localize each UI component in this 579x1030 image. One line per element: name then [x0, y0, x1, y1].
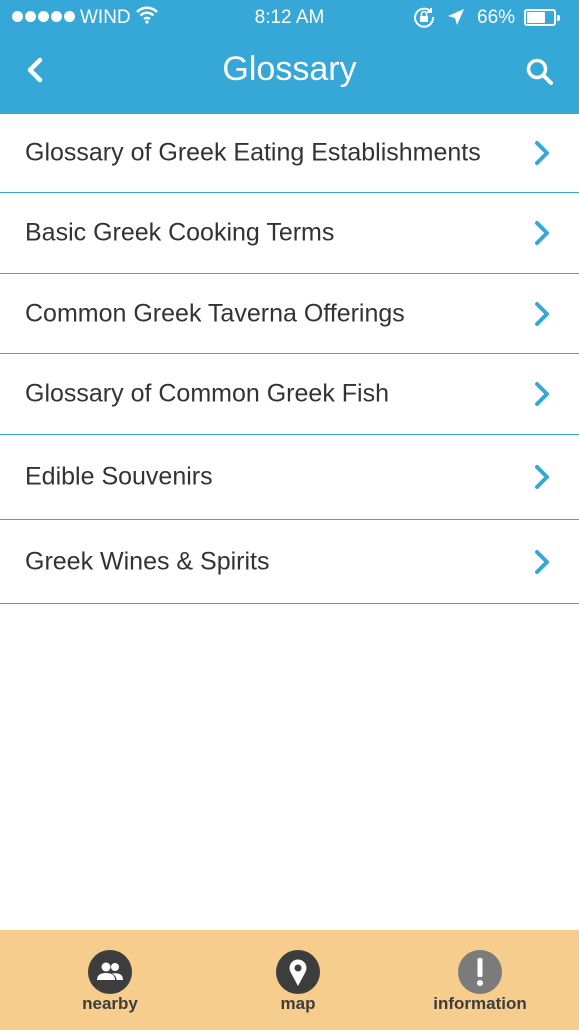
location-arrow-icon — [448, 9, 464, 25]
tab-map[interactable]: map — [248, 930, 348, 1030]
list-item-eating-establishments[interactable]: Glossary of Greek Eating Establishments — [0, 114, 579, 193]
page-title: Glossary — [222, 50, 357, 88]
list-item-taverna-offerings[interactable]: Common Greek Taverna Offerings — [0, 274, 579, 354]
chevron-right-icon — [535, 221, 549, 245]
list-item-wines-spirits[interactable]: Greek Wines & Spirits — [0, 520, 579, 604]
chevron-right-icon — [535, 301, 549, 326]
status-bar: WIND 8:12 AM 66% — [0, 0, 579, 36]
list-item-edible-souvenirs[interactable]: Edible Souvenirs — [0, 435, 579, 520]
map-pin-icon — [276, 950, 320, 994]
chevron-right-icon — [535, 382, 549, 406]
list-item-greek-fish[interactable]: Glossary of Common Greek Fish — [0, 354, 579, 435]
people-icon — [88, 950, 132, 994]
tab-information[interactable]: information — [410, 930, 550, 1030]
rotation-lock-icon — [414, 7, 435, 28]
list-item-label: Edible Souvenirs — [25, 462, 213, 491]
tab-label: nearby — [82, 994, 138, 1013]
battery-percent: 66% — [477, 7, 516, 28]
list-item-cooking-terms[interactable]: Basic Greek Cooking Terms — [0, 193, 579, 274]
tab-label: information — [433, 994, 527, 1013]
list-item-label: Greek Wines & Spirits — [25, 547, 270, 575]
list-item-label: Glossary of Common Greek Fish — [25, 379, 389, 408]
header: WIND 8:12 AM 66% Glossary — [0, 0, 579, 114]
battery-icon — [524, 9, 560, 26]
list-item-label: Glossary of Greek Eating Establishments — [25, 138, 481, 167]
list-item-label: Basic Greek Cooking Terms — [25, 218, 335, 247]
chevron-right-icon — [535, 549, 549, 574]
chevron-right-icon — [535, 141, 549, 165]
search-icon — [526, 58, 553, 85]
tab-label: map — [280, 994, 316, 1013]
search-button[interactable] — [520, 52, 560, 92]
glossary-list: Glossary of Greek Eating Establishments … — [0, 114, 579, 604]
chevron-right-icon — [535, 465, 549, 489]
tab-bar: nearby map information — [0, 930, 579, 1030]
tab-nearby[interactable]: nearby — [60, 930, 160, 1030]
list-item-label: Common Greek Taverna Offerings — [25, 299, 405, 327]
info-icon — [458, 950, 502, 994]
